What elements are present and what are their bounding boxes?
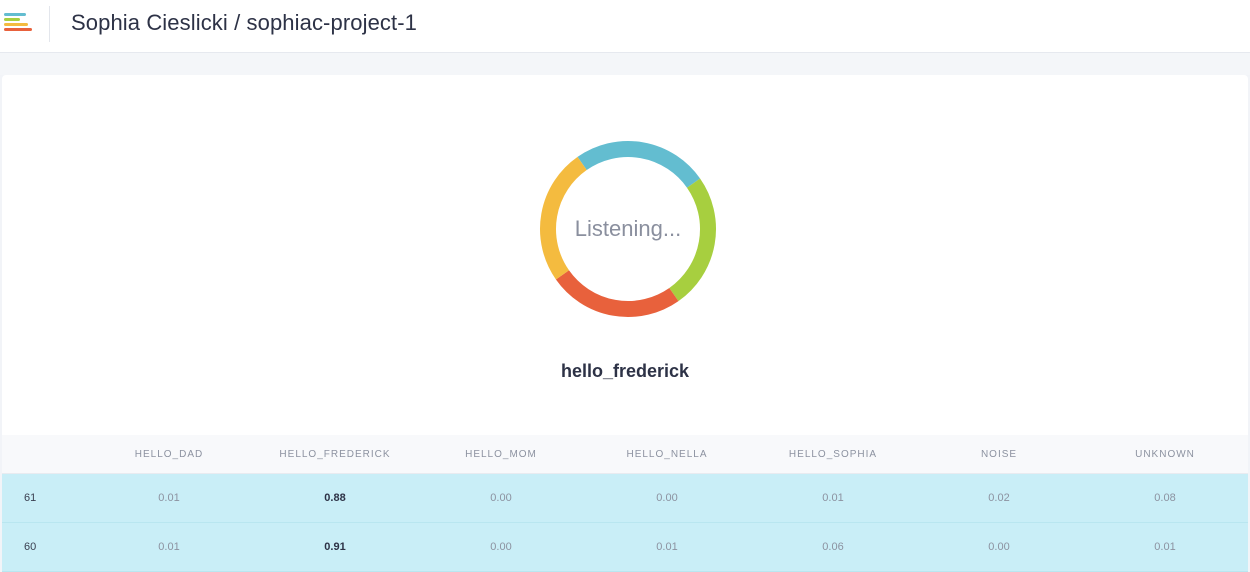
col-header-index bbox=[2, 435, 86, 474]
sub-header-bar bbox=[0, 53, 1250, 75]
col-header-unknown: UNKNOWN bbox=[1082, 435, 1248, 474]
listening-ring: Listening... bbox=[537, 138, 719, 320]
col-header-hello-dad: HELLO_DAD bbox=[86, 435, 252, 474]
header-divider bbox=[49, 6, 50, 42]
cell-hello-dad: 0.01 bbox=[86, 473, 252, 523]
results-table: HELLO_DAD HELLO_FREDERICK HELLO_MOM HELL… bbox=[2, 435, 1248, 572]
col-header-hello-mom: HELLO_MOM bbox=[418, 435, 584, 474]
cell-hello-frederick: 0.91 bbox=[252, 522, 418, 572]
top-bar: Sophia Cieslicki / sophiac-project-1 bbox=[0, 0, 1250, 53]
listening-status: Listening... bbox=[574, 216, 682, 241]
table-row[interactable]: 60 0.01 0.91 0.00 0.01 0.06 0.00 0.01 bbox=[2, 522, 1248, 572]
predicted-label: hello_frederick bbox=[560, 361, 690, 381]
col-header-hello-frederick: HELLO_FREDERICK bbox=[252, 435, 418, 474]
cell-hello-dad: 0.01 bbox=[86, 522, 252, 572]
row-index: 61 bbox=[2, 473, 86, 523]
cell-hello-mom: 0.00 bbox=[418, 473, 584, 523]
cell-hello-nella: 0.00 bbox=[584, 473, 750, 523]
table-header-row: HELLO_DAD HELLO_FREDERICK HELLO_MOM HELL… bbox=[2, 435, 1248, 474]
cell-hello-sophia: 0.01 bbox=[750, 473, 916, 523]
col-header-hello-nella: HELLO_NELLA bbox=[584, 435, 750, 474]
app-logo-icon[interactable] bbox=[4, 13, 34, 35]
cell-noise: 0.00 bbox=[916, 522, 1082, 572]
cell-hello-nella: 0.01 bbox=[584, 522, 750, 572]
page-title: Sophia Cieslicki / sophiac-project-1 bbox=[71, 10, 417, 35]
row-index: 60 bbox=[2, 522, 86, 572]
live-classification-card: Listening... hello_frederick HELLO_DAD H… bbox=[2, 75, 1248, 572]
cell-unknown: 0.08 bbox=[1082, 473, 1248, 523]
cell-hello-frederick: 0.88 bbox=[252, 473, 418, 523]
col-header-hello-sophia: HELLO_SOPHIA bbox=[750, 435, 916, 474]
cell-noise: 0.02 bbox=[916, 473, 1082, 523]
cell-hello-mom: 0.00 bbox=[418, 522, 584, 572]
col-header-noise: NOISE bbox=[916, 435, 1082, 474]
cell-hello-sophia: 0.06 bbox=[750, 522, 916, 572]
table-row[interactable]: 61 0.01 0.88 0.00 0.00 0.01 0.02 0.08 bbox=[2, 473, 1248, 523]
cell-unknown: 0.01 bbox=[1082, 522, 1248, 572]
